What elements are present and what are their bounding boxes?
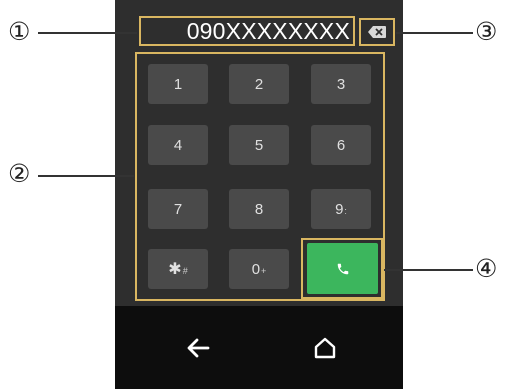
callout-1-leader (38, 32, 137, 34)
key-1[interactable]: 1 (148, 64, 208, 104)
key-4[interactable]: 4 (148, 125, 208, 165)
key-label: 5 (254, 136, 264, 154)
phone-number-field[interactable]: 090XXXXXXXX (139, 16, 355, 46)
key-label: 6 (336, 136, 346, 154)
key-6[interactable]: 6 (311, 125, 371, 165)
key-9[interactable]: 9 : (311, 189, 371, 229)
callout-2: ② (8, 159, 31, 188)
home-icon (314, 337, 336, 359)
key-2[interactable]: 2 (229, 64, 289, 104)
callout-3: ③ (475, 17, 498, 46)
callout-4: ④ (475, 254, 498, 283)
back-arrow-icon (187, 338, 210, 358)
home-button[interactable] (303, 326, 347, 370)
call-button[interactable] (307, 243, 378, 294)
key-5[interactable]: 5 (229, 125, 289, 165)
key-3[interactable]: 3 (311, 64, 371, 104)
backspace-icon (368, 26, 386, 38)
key-8[interactable]: 8 (229, 189, 289, 229)
navigation-bar (115, 306, 403, 389)
key-label: 9 (335, 200, 344, 218)
key-label: 8 (254, 200, 264, 218)
key-star[interactable]: ✱ # (148, 249, 208, 289)
back-button[interactable] (176, 326, 220, 370)
key-label: 0 (251, 260, 261, 278)
phone-icon (337, 263, 348, 274)
key-sublabel: + (261, 266, 267, 276)
callout-3-leader (396, 32, 473, 34)
key-label: 7 (173, 200, 183, 218)
key-label: 4 (173, 136, 183, 154)
key-sublabel: # (182, 266, 188, 276)
key-label: ✱ (168, 261, 182, 278)
callout-2-leader (38, 175, 134, 177)
key-label: 2 (254, 75, 264, 93)
callout-4-leader (384, 269, 473, 271)
callout-1: ① (8, 17, 31, 46)
key-0[interactable]: 0 + (229, 249, 289, 289)
backspace-button[interactable] (359, 18, 395, 46)
key-7[interactable]: 7 (148, 189, 208, 229)
key-label: 1 (173, 75, 183, 93)
key-sublabel: : (344, 206, 347, 216)
key-label: 3 (336, 75, 346, 93)
